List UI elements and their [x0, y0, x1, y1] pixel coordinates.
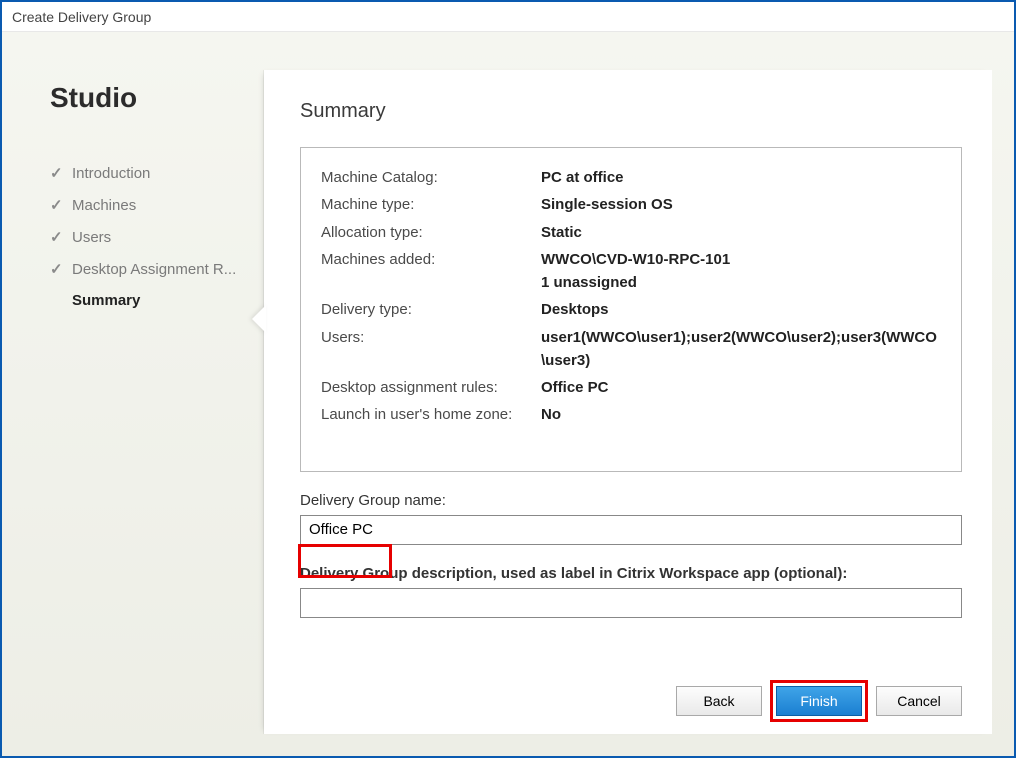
summary-row: Machine Catalog:PC at office [321, 166, 941, 189]
summary-label: Launch in user's home zone: [321, 403, 541, 426]
nav-step-label: Summary [72, 292, 140, 309]
button-row: Back Finish Cancel [300, 656, 962, 716]
summary-label: Desktop assignment rules: [321, 376, 541, 399]
summary-row: Allocation type:Static [321, 221, 941, 244]
app-title: Studio [50, 82, 264, 114]
summary-row: Launch in user's home zone:No [321, 403, 941, 426]
summary-value: Single-session OS [541, 193, 941, 216]
summary-row: Users:user1(WWCO\user1);user2(WWCO\user2… [321, 326, 941, 373]
summary-label: Users: [321, 326, 541, 373]
check-icon: ✓ [50, 164, 66, 182]
check-icon: ✓ [50, 260, 66, 278]
summary-value: No [541, 403, 941, 426]
delivery-group-description-label: Delivery Group description, used as labe… [300, 565, 962, 582]
sidebar: Studio ✓ Introduction ✓ Machines ✓ Users ✓ Desk… [2, 32, 264, 756]
nav-step-label: Users [72, 229, 111, 246]
body: Studio ✓ Introduction ✓ Machines ✓ Users ✓ Desk… [2, 32, 1014, 756]
delivery-group-description-input[interactable] [300, 588, 962, 618]
summary-value: Office PC [541, 376, 941, 399]
check-icon: ✓ [50, 228, 66, 246]
window-title: Create Delivery Group [12, 9, 151, 25]
summary-row: Machine type:Single-session OS [321, 193, 941, 216]
summary-row: Delivery type:Desktops [321, 298, 941, 321]
nav-list: ✓ Introduction ✓ Machines ✓ Users ✓ Desktop Ass… [50, 164, 264, 309]
nav-step-label: Desktop Assignment R... [72, 261, 236, 278]
finish-button[interactable]: Finish [776, 686, 862, 716]
cancel-button[interactable]: Cancel [876, 686, 962, 716]
back-button[interactable]: Back [676, 686, 762, 716]
summary-value: Static [541, 221, 941, 244]
nav-step-1[interactable]: ✓ Machines [50, 196, 264, 214]
summary-label: Machine Catalog: [321, 166, 541, 189]
summary-value: PC at office [541, 166, 941, 189]
summary-row: Desktop assignment rules:Office PC [321, 376, 941, 399]
summary-label: Allocation type: [321, 221, 541, 244]
summary-box: Machine Catalog:PC at officeMachine type… [300, 147, 962, 472]
nav-step-3[interactable]: ✓ Desktop Assignment R... [50, 260, 264, 278]
delivery-group-name-label: Delivery Group name: [300, 492, 962, 509]
titlebar: Create Delivery Group [2, 2, 1014, 32]
summary-value: user1(WWCO\user1);user2(WWCO\user2);user… [541, 326, 941, 373]
summary-value: WWCO\CVD-W10-RPC-101 1 unassigned [541, 248, 941, 295]
nav-step-label: Introduction [72, 165, 150, 182]
summary-row: Machines added:WWCO\CVD-W10-RPC-101 1 un… [321, 248, 941, 295]
summary-value: Desktops [541, 298, 941, 321]
nav-step-4[interactable]: Summary [50, 292, 264, 309]
check-icon: ✓ [50, 196, 66, 214]
nav-step-2[interactable]: ✓ Users [50, 228, 264, 246]
delivery-group-name-input[interactable] [300, 515, 962, 545]
summary-label: Machines added: [321, 248, 541, 295]
wizard-window: Create Delivery Group Studio ✓ Introducti… [0, 0, 1016, 758]
content-panel: Summary Machine Catalog:PC at officeMach… [264, 70, 992, 734]
nav-step-label: Machines [72, 197, 136, 214]
summary-label: Machine type: [321, 193, 541, 216]
nav-step-0[interactable]: ✓ Introduction [50, 164, 264, 182]
page-heading: Summary [300, 100, 962, 123]
summary-label: Delivery type: [321, 298, 541, 321]
